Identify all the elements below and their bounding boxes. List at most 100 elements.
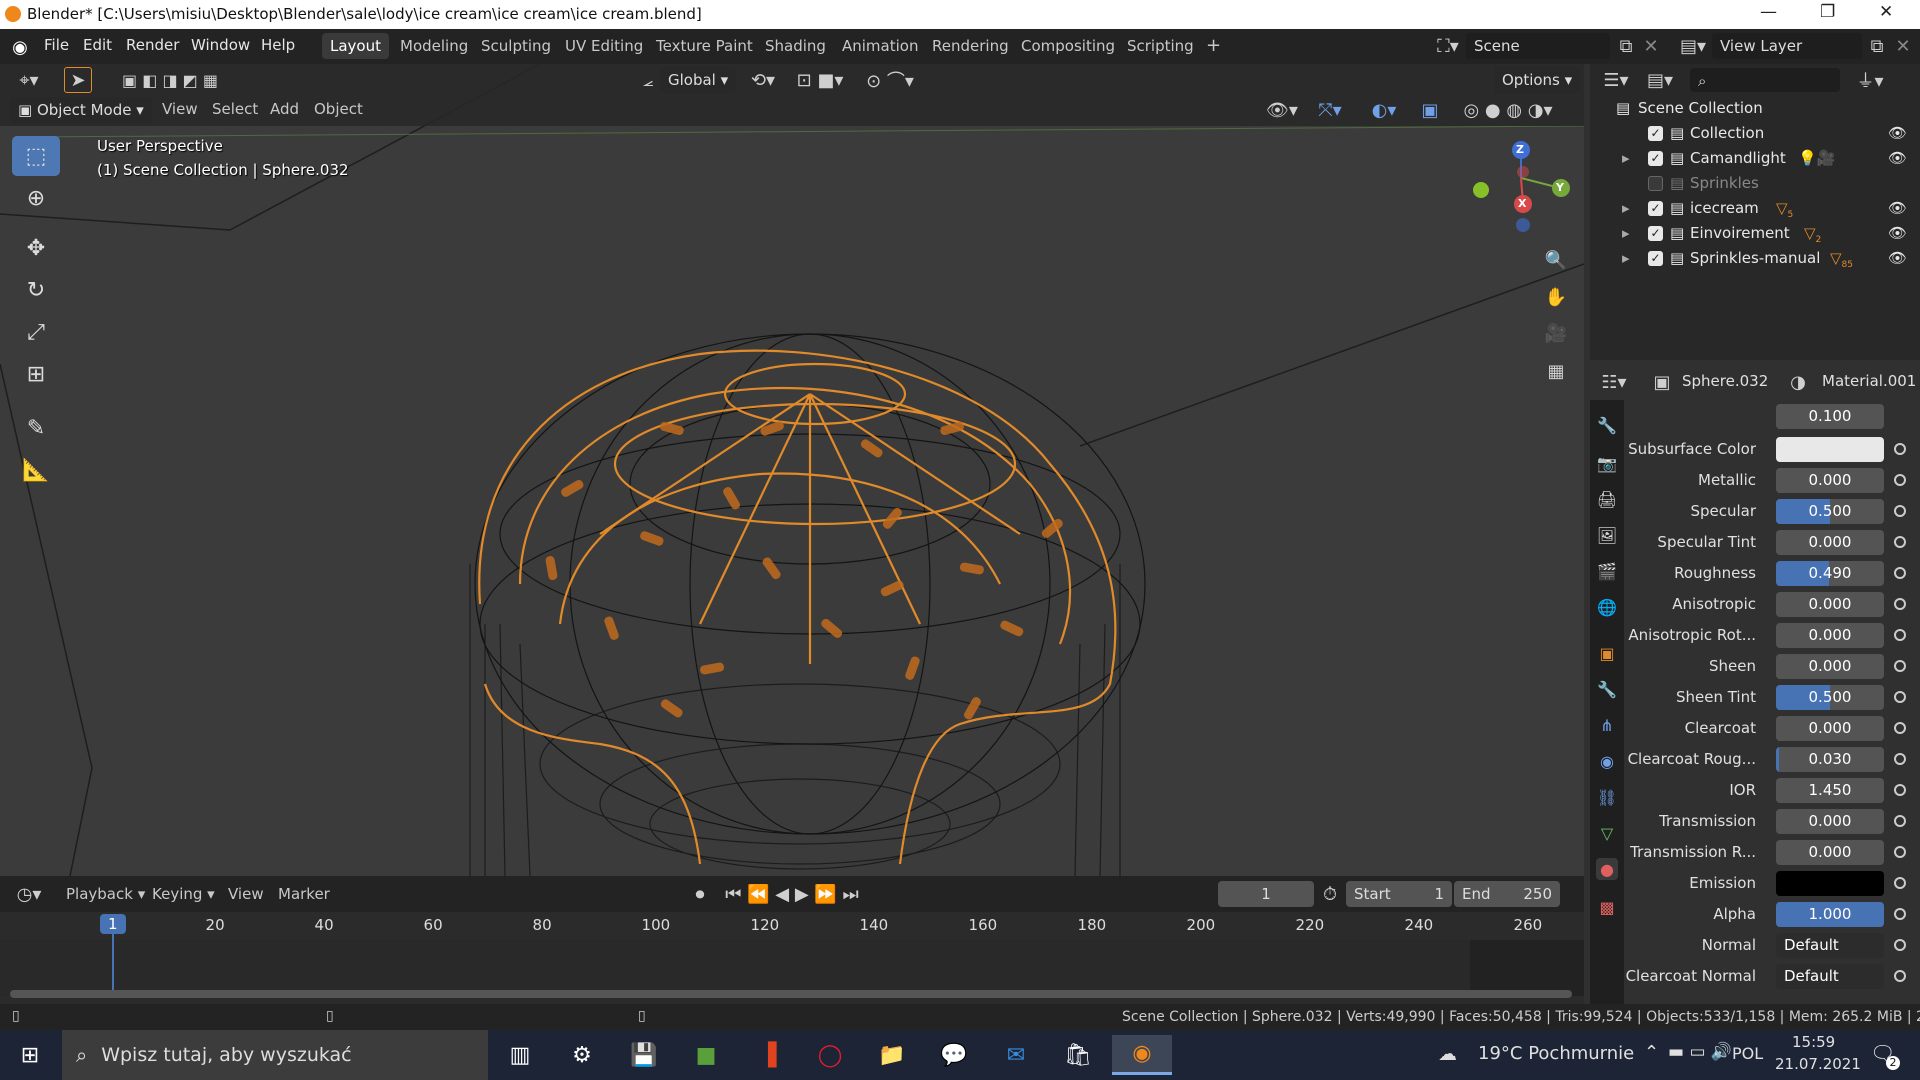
steam-icon[interactable]: ⚙	[558, 1035, 606, 1075]
include-checkbox[interactable]: ✓	[1648, 226, 1663, 241]
use-preview-range-icon[interactable]: ⏱	[1318, 882, 1342, 906]
end-frame-field[interactable]: End 250	[1454, 881, 1560, 907]
rotate-tool-icon[interactable]: ↻	[12, 270, 60, 310]
zoom-icon[interactable]: 🔍	[1541, 245, 1571, 275]
record-icon[interactable]: ⏺	[688, 882, 712, 906]
menu-window[interactable]: Window	[191, 36, 250, 54]
tab-texture-paint[interactable]: Texture Paint	[648, 33, 761, 59]
blender-menu-icon[interactable]: ◉	[8, 36, 32, 58]
outliner-item-collection[interactable]: ✓ ▤ Collection 👁	[1590, 121, 1920, 146]
timeline-view-menu[interactable]: View	[220, 881, 272, 907]
prop-slider[interactable]: 1.450	[1776, 778, 1884, 803]
tab-modeling[interactable]: Modeling	[392, 33, 476, 59]
physics-tab-icon[interactable]: ◉	[1596, 750, 1618, 772]
render-tab-icon[interactable]: 📷	[1596, 452, 1618, 474]
particles-tab-icon[interactable]: ⋔	[1596, 714, 1618, 736]
pivot-point-icon[interactable]: ⟲▾	[745, 68, 781, 92]
maximize-button[interactable]: ❐	[1820, 2, 1835, 22]
weather-icon[interactable]: ☁	[1438, 1043, 1457, 1065]
shading-mode-icons[interactable]: ◎ ● ◍ ◑▾	[1450, 98, 1566, 122]
prop-slider[interactable]: 0.490	[1776, 561, 1884, 586]
socket-dot-icon[interactable]	[1894, 939, 1906, 951]
prop-slider[interactable]: 0.000	[1776, 809, 1884, 834]
transform-orientation-dropdown[interactable]: Global ▾	[660, 67, 737, 93]
material-tab-icon[interactable]: ●	[1596, 858, 1618, 880]
include-checkbox[interactable]: ✓	[1648, 201, 1663, 216]
eye-icon[interactable]: 👁	[1888, 224, 1907, 242]
proportional-editing-icon[interactable]: ⊙ ⌒▾	[860, 68, 920, 92]
messenger-icon[interactable]: 💬	[930, 1035, 978, 1075]
expand-arrow-icon[interactable]: ▸	[1622, 149, 1630, 167]
editor-type-icon[interactable]: ⌖▾	[10, 68, 48, 92]
view-layer-selector-icon[interactable]: ▤▾	[1675, 35, 1711, 57]
socket-dot-icon[interactable]	[1894, 443, 1906, 455]
language-indicator[interactable]: POL	[1732, 1044, 1763, 1063]
view-layer-field[interactable]: View Layer	[1712, 33, 1862, 59]
socket-dot-icon[interactable]	[1894, 505, 1906, 517]
weather-text[interactable]: 19°C Pochmurnie	[1478, 1043, 1634, 1064]
outliner-item-sprinkles-manual[interactable]: ▸ ✓ ▤ Sprinkles-manual ▽85 👁	[1590, 246, 1920, 271]
select-box-tool-icon[interactable]: ⬚	[12, 136, 60, 176]
expand-arrow-icon[interactable]: ▸	[1622, 199, 1630, 217]
timeline-scrollbar[interactable]	[10, 990, 1572, 998]
start-frame-field[interactable]: Start 1	[1346, 881, 1452, 907]
measure-tool-icon[interactable]: 📐	[12, 450, 60, 490]
socket-dot-icon[interactable]	[1894, 877, 1906, 889]
eye-icon[interactable]: 👁	[1888, 199, 1907, 217]
select-mode-icons[interactable]: ▣ ◧ ◨ ◩ ▦	[110, 68, 230, 92]
socket-dot-icon[interactable]	[1894, 474, 1906, 486]
transform-tool-icon[interactable]: ⊞	[12, 354, 60, 394]
options-dropdown[interactable]: Options ▾	[1494, 67, 1581, 93]
minimize-button[interactable]: —	[1760, 2, 1777, 22]
prop-dropdown[interactable]: Default	[1776, 933, 1884, 958]
socket-dot-icon[interactable]	[1894, 629, 1906, 641]
minecraft-icon[interactable]: ■	[682, 1035, 730, 1075]
view-layer-tab-icon[interactable]: 🖼	[1596, 524, 1618, 546]
include-checkbox[interactable]: ✓	[1648, 126, 1663, 141]
office-icon[interactable]: ▐	[744, 1035, 792, 1075]
prop-slider[interactable]: 0.000	[1776, 654, 1884, 679]
include-checkbox[interactable]	[1648, 176, 1663, 191]
task-view-icon[interactable]: ▥	[496, 1035, 544, 1075]
prop-slider[interactable]: 0.000	[1776, 592, 1884, 617]
menu-render[interactable]: Render	[126, 36, 179, 54]
transform-orientation-icon[interactable]: ⦟	[636, 68, 660, 92]
timeline-editor-icon[interactable]: ◷▾	[10, 882, 48, 906]
tray-chevron-icon[interactable]: ⌃	[1644, 1042, 1659, 1063]
viewport-menu-view[interactable]: View	[154, 96, 206, 122]
tool-tab-icon[interactable]: 🔧	[1596, 414, 1618, 436]
include-checkbox[interactable]: ✓	[1648, 151, 1663, 166]
snapping-icon[interactable]: ⊡ ■▾	[788, 68, 852, 92]
file-explorer-icon[interactable]: 📁	[868, 1035, 916, 1075]
socket-dot-icon[interactable]	[1894, 598, 1906, 610]
windows-start-icon[interactable]: ⊞	[6, 1035, 54, 1075]
outliner-item-einvoirement[interactable]: ▸ ✓ ▤ Einvoirement ▽2 👁	[1590, 221, 1920, 246]
scene-field[interactable]: Scene	[1466, 33, 1610, 59]
prop-slider[interactable]: 0.500	[1776, 685, 1884, 710]
prop-slider[interactable]: 0.030	[1776, 747, 1884, 772]
viewport-menu-add[interactable]: Add	[262, 96, 307, 122]
viewport-menu-object[interactable]: Object	[306, 96, 371, 122]
viewport-menu-select[interactable]: Select	[204, 96, 266, 122]
select-tool-icon[interactable]: ➤	[64, 67, 92, 93]
texture-tab-icon[interactable]: ▩	[1596, 896, 1618, 918]
include-checkbox[interactable]: ✓	[1648, 251, 1663, 266]
gizmo-x-label[interactable]: X	[1518, 197, 1526, 210]
marker-menu[interactable]: Marker	[270, 881, 338, 907]
socket-dot-icon[interactable]	[1894, 567, 1906, 579]
socket-dot-icon[interactable]	[1894, 753, 1906, 765]
xray-toggle-icon[interactable]: ▣	[1418, 98, 1442, 122]
delete-scene-icon[interactable]: ✕	[1640, 35, 1662, 57]
properties-editor-icon[interactable]: ☷▾	[1596, 368, 1632, 396]
scene-tab-icon[interactable]: 🎬	[1596, 560, 1618, 582]
outliner-root[interactable]: ▤ Scene Collection	[1590, 96, 1920, 121]
socket-dot-icon[interactable]	[1894, 722, 1906, 734]
filter-icon[interactable]: ⏚▾	[1850, 68, 1890, 92]
socket-dot-icon[interactable]	[1894, 846, 1906, 858]
playback-controls[interactable]: ⏮ ⏪ ◀ ▶ ⏩ ⏭	[718, 882, 866, 906]
eye-icon[interactable]: 👁	[1888, 249, 1907, 267]
outliner-search-input[interactable]: ⌕	[1690, 68, 1840, 92]
menu-help[interactable]: Help	[261, 36, 295, 54]
prop-slider[interactable]: 0.000	[1776, 530, 1884, 555]
mail-icon[interactable]: ✉	[992, 1035, 1040, 1075]
